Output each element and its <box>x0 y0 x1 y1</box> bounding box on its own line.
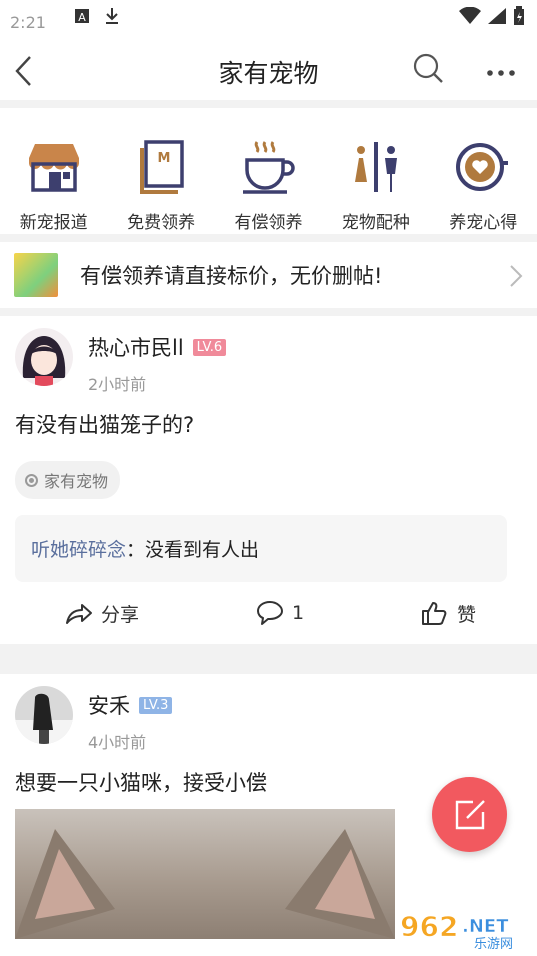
share-button[interactable]: 分享 <box>65 600 139 627</box>
category-breeding[interactable]: 宠物配种 <box>322 138 429 234</box>
post-time: 2小时前 <box>88 375 147 394</box>
avatar[interactable] <box>15 686 73 744</box>
status-time: 2:21 <box>10 13 46 32</box>
book-icon: M <box>140 140 184 194</box>
username[interactable]: 热心市民ll <box>88 332 184 362</box>
chevron-right-icon <box>509 264 523 292</box>
username[interactable]: 安禾 <box>88 690 130 720</box>
comment-text: 没看到有人出 <box>145 539 260 561</box>
post-photo[interactable] <box>15 809 395 939</box>
a-notification-icon: A <box>74 7 90 29</box>
share-label: 分享 <box>101 603 140 626</box>
svg-text:962: 962 <box>400 910 458 943</box>
signal-icon <box>487 7 507 30</box>
comment-button[interactable]: 1 <box>256 600 304 626</box>
battery-icon <box>513 5 525 31</box>
watermark-logo: 962 .NET 乐游网 <box>398 908 532 953</box>
page-title: 家有宠物 <box>218 59 319 88</box>
topic-tag[interactable]: 家有宠物 <box>15 461 121 499</box>
wifi-icon <box>459 6 481 30</box>
comment-separator: ： <box>126 539 146 561</box>
category-label: 有偿领养 <box>234 213 303 233</box>
category-row: 新宠报道 M 免费领养 有偿领养 宠物配种 养宠心得 <box>0 108 537 242</box>
more-options-icon[interactable] <box>486 62 516 81</box>
top-bar: 家有宠物 <box>0 36 537 108</box>
notice-text: 有偿领养请直接标价，无价删帖! <box>80 264 383 288</box>
heart-cup-icon <box>456 143 509 191</box>
category-label: 养宠心得 <box>449 213 518 233</box>
category-label: 宠物配种 <box>341 213 410 233</box>
category-paid-adopt[interactable]: 有偿领养 <box>215 138 322 234</box>
like-button[interactable]: 赞 <box>421 600 476 627</box>
svg-text:乐游网: 乐游网 <box>474 937 513 952</box>
svg-text:.NET: .NET <box>462 916 509 937</box>
post-time: 4小时前 <box>88 733 147 752</box>
post-text[interactable]: 有没有出猫笼子的? <box>15 409 522 439</box>
category-free-adopt[interactable]: M 免费领养 <box>108 138 215 234</box>
avatar[interactable] <box>15 328 73 386</box>
coffee-cup-icon <box>243 141 296 194</box>
category-label: 免费领养 <box>127 213 196 233</box>
category-experience[interactable]: 养宠心得 <box>430 138 537 234</box>
post-card[interactable]: 热心市民ll LV.6 2小时前 有没有出猫笼子的? 家有宠物 听她碎碎念：没看… <box>0 328 537 644</box>
section-divider <box>0 644 537 674</box>
share-icon <box>66 604 92 624</box>
search-icon[interactable] <box>412 52 444 88</box>
comment-preview[interactable]: 听她碎碎念：没看到有人出 <box>15 515 507 582</box>
notice-banner[interactable]: 有偿领养请直接标价，无价删帖! <box>0 242 537 316</box>
shop-icon <box>28 144 79 192</box>
status-bar: 2:21 A <box>0 0 537 36</box>
thumbs-up-icon <box>421 602 447 625</box>
post-actions: 分享 1 赞 <box>15 582 522 644</box>
category-new-pet[interactable]: 新宠报道 <box>0 138 107 234</box>
topic-label: 家有宠物 <box>44 472 109 491</box>
svg-text:A: A <box>78 11 86 24</box>
category-label: 新宠报道 <box>19 213 88 233</box>
comment-count: 1 <box>291 602 305 624</box>
level-badge: LV.6 <box>192 338 227 356</box>
compose-button[interactable] <box>432 777 507 852</box>
comment-username[interactable]: 听她碎碎念 <box>31 539 126 561</box>
download-icon <box>104 7 120 30</box>
couple-icon <box>354 142 397 192</box>
level-badge: LV.3 <box>139 696 173 714</box>
edit-icon <box>455 799 485 829</box>
comment-icon <box>256 601 283 625</box>
topic-icon <box>25 473 38 487</box>
like-label: 赞 <box>456 603 476 626</box>
notice-thumbnail <box>14 253 58 297</box>
svg-text:M: M <box>158 151 171 166</box>
